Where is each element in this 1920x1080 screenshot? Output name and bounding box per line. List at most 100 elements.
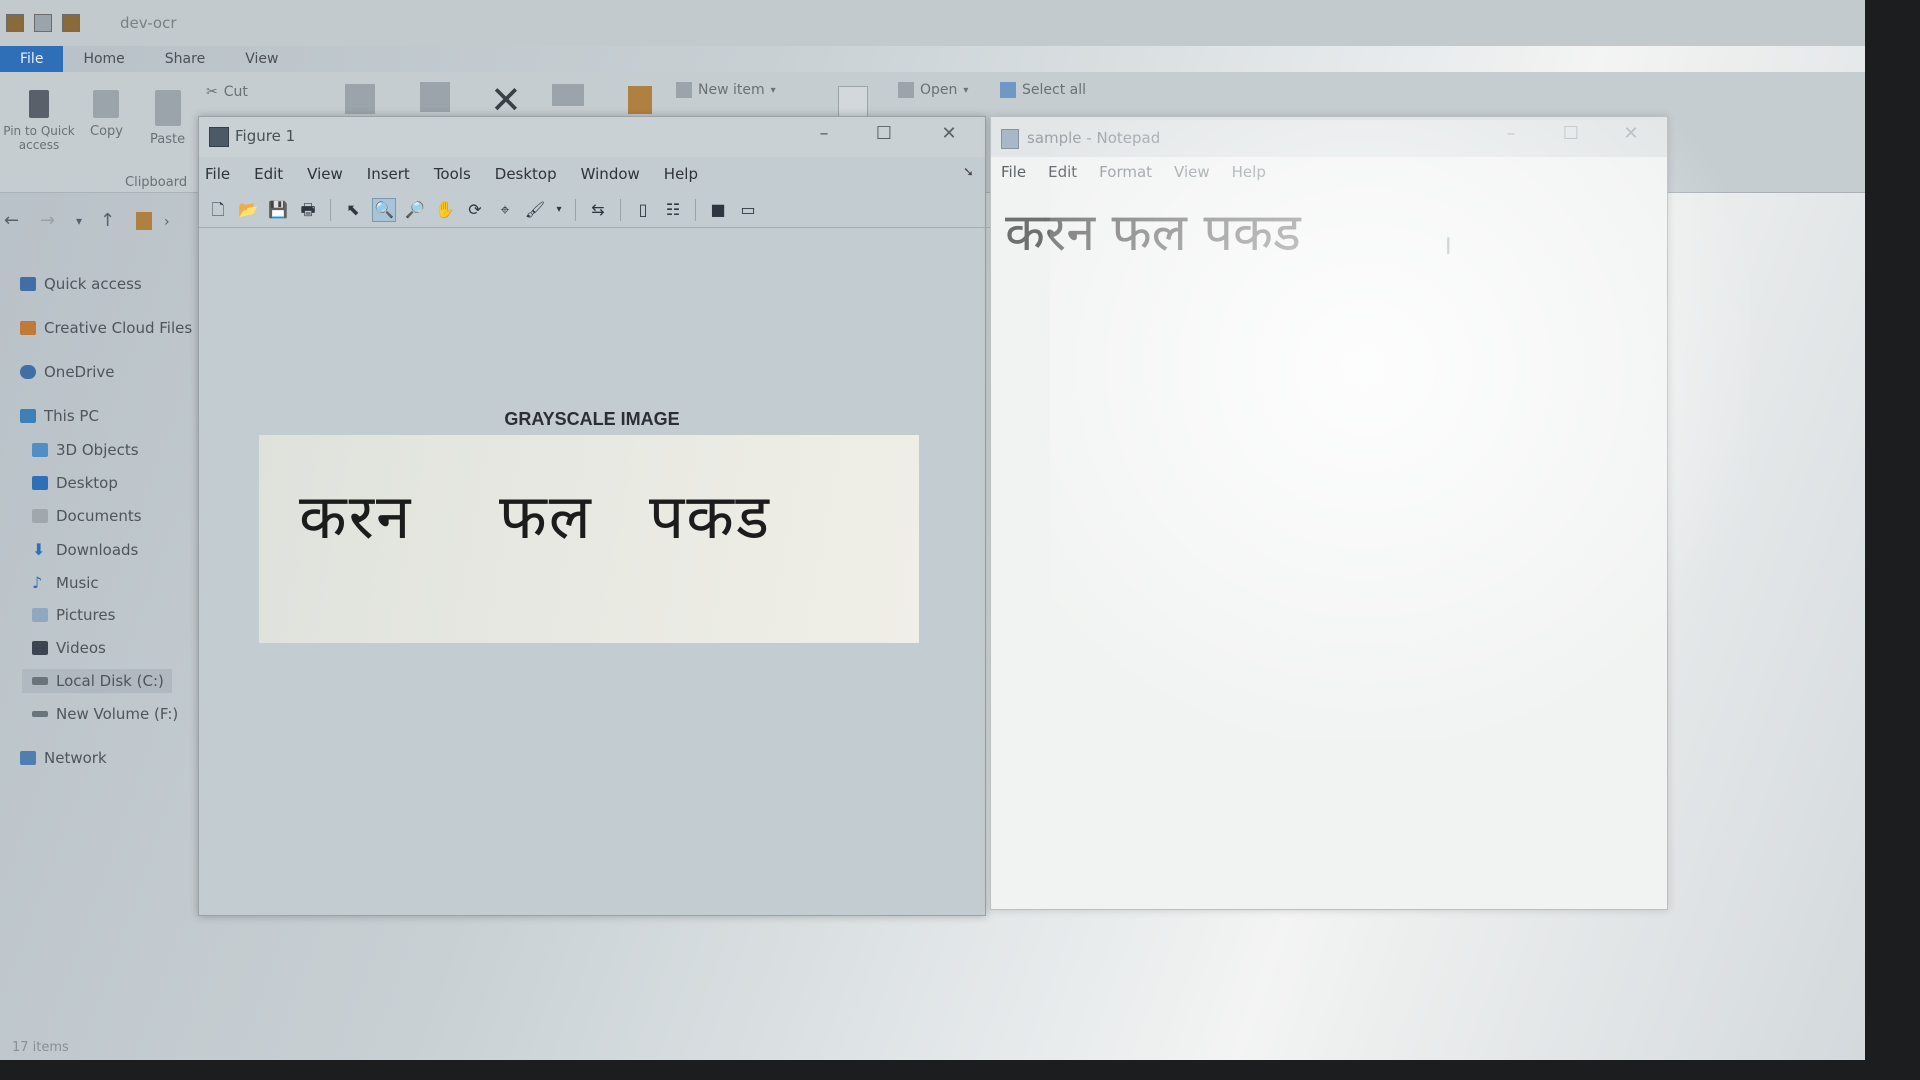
properties-button[interactable] <box>838 86 868 118</box>
minimize-button[interactable]: – <box>1496 123 1526 144</box>
nav-new-volume[interactable]: New Volume (F:) <box>32 705 178 723</box>
desktop-screen: dev-ocr File Home Share View Pin to Quic… <box>0 0 1865 1060</box>
data-cursor-icon[interactable]: ⌖ <box>494 199 516 221</box>
menu-insert[interactable]: Insert <box>367 165 410 183</box>
tab-home[interactable]: Home <box>63 46 144 72</box>
axes-title: GRAYSCALE IMAGE <box>504 409 680 429</box>
paste-button[interactable]: Paste <box>150 90 185 147</box>
recent-chevron-icon[interactable]: ▾ <box>76 214 82 228</box>
menu-overflow-arrow-icon[interactable]: ➘ <box>963 165 974 180</box>
rotate-3d-icon[interactable]: ⟳ <box>464 199 486 221</box>
save-icon[interactable] <box>34 14 52 32</box>
copy-to-button[interactable] <box>420 82 450 112</box>
zoom-out-icon[interactable]: 🔎 <box>404 199 426 221</box>
save-figure-icon[interactable]: 💾 <box>267 199 289 221</box>
copy-button[interactable]: Copy <box>90 90 123 139</box>
new-figure-icon[interactable]: 🗋 <box>207 199 229 221</box>
open-file-icon[interactable]: 📂 <box>237 199 259 221</box>
nav-onedrive[interactable]: OneDrive <box>20 363 115 381</box>
tab-view[interactable]: View <box>225 46 298 72</box>
nav-documents[interactable]: Documents <box>32 507 142 525</box>
open-button[interactable]: Open ▾ <box>898 82 968 98</box>
menu-window[interactable]: Window <box>581 165 640 183</box>
back-arrow-icon[interactable]: ← <box>4 210 19 231</box>
zoom-in-icon[interactable]: 🔍 <box>372 198 396 222</box>
menu-view[interactable]: View <box>1174 163 1210 181</box>
pin-quick-access-button[interactable]: Pin to Quick access <box>0 90 78 152</box>
picture-icon <box>32 608 48 622</box>
new-folder-ribbon-icon <box>628 86 652 114</box>
explorer-titlebar: dev-ocr <box>0 0 1865 46</box>
close-button[interactable]: ✕ <box>1616 123 1646 144</box>
cube-icon <box>32 443 48 457</box>
toolbar-divider <box>575 199 576 221</box>
move-to-icon <box>345 84 375 114</box>
new-folder-icon[interactable] <box>62 14 80 32</box>
folder-icon[interactable] <box>6 14 24 32</box>
show-plot-tools-icon[interactable]: ▭ <box>737 199 759 221</box>
menu-desktop[interactable]: Desktop <box>495 165 557 183</box>
maximize-button[interactable]: ☐ <box>1556 123 1586 144</box>
nav-music[interactable]: ♪ Music <box>32 573 99 592</box>
tab-share[interactable]: Share <box>145 46 225 72</box>
brush-chevron-icon[interactable]: ▾ <box>554 199 564 221</box>
new-folder-button[interactable] <box>628 86 652 114</box>
notepad-title: sample - Notepad <box>1027 129 1161 147</box>
menu-tools[interactable]: Tools <box>434 165 471 183</box>
menu-format[interactable]: Format <box>1099 163 1152 181</box>
nav-videos[interactable]: Videos <box>32 639 106 657</box>
cut-button[interactable]: ✂ Cut <box>206 84 248 100</box>
select-all-label: Select all <box>1022 82 1086 98</box>
nav-local-disk[interactable]: Local Disk (C:) <box>22 669 172 693</box>
pan-hand-icon[interactable]: ✋ <box>434 199 456 221</box>
copy-label: Copy <box>90 124 123 139</box>
notepad-text-area[interactable]: करन फल पकड <box>1005 195 1301 266</box>
forward-arrow-icon[interactable]: → <box>40 210 55 231</box>
move-to-button[interactable] <box>345 84 375 114</box>
nav-local-disk-label: Local Disk (C:) <box>56 672 164 690</box>
brush-icon[interactable]: 🖌 <box>524 199 546 221</box>
menu-edit[interactable]: Edit <box>1048 163 1077 181</box>
maximize-button[interactable]: ☐ <box>869 123 899 144</box>
nav-pictures[interactable]: Pictures <box>32 606 115 624</box>
edit-pointer-icon[interactable]: ⬉ <box>342 199 364 221</box>
quick-access-toolbar <box>6 14 80 32</box>
menu-file[interactable]: File <box>205 165 230 183</box>
nav-videos-label: Videos <box>56 639 106 657</box>
copy-to-icon <box>420 82 450 112</box>
explorer-title: dev-ocr <box>120 14 177 32</box>
nav-this-pc[interactable]: This PC <box>20 407 99 425</box>
hide-plot-tools-icon[interactable]: ■ <box>707 199 729 221</box>
print-icon[interactable]: 🖶 <box>297 199 319 221</box>
drive-icon <box>32 711 48 717</box>
nav-creative-cloud[interactable]: Creative Cloud Files <box>20 319 192 337</box>
notepad-app-icon <box>1001 129 1019 149</box>
menu-view[interactable]: View <box>307 165 343 183</box>
colorbar-icon[interactable]: ▯ <box>632 199 654 221</box>
menu-help[interactable]: Help <box>664 165 698 183</box>
menu-edit[interactable]: Edit <box>254 165 283 183</box>
chevron-down-icon: ▾ <box>963 84 969 96</box>
nav-downloads[interactable]: ⬇ Downloads <box>32 540 138 559</box>
rename-button[interactable] <box>552 84 584 106</box>
new-item-label: New item <box>698 82 765 98</box>
nav-network[interactable]: Network <box>20 749 107 767</box>
creative-cloud-folder-icon <box>20 321 36 335</box>
menu-file[interactable]: File <box>1001 163 1026 181</box>
nav-desktop[interactable]: Desktop <box>32 474 118 492</box>
select-all-button[interactable]: Select all <box>1000 82 1086 98</box>
nav-3d-objects[interactable]: 3D Objects <box>32 441 139 459</box>
explorer-status: 17 items <box>12 1040 69 1055</box>
link-plot-icon[interactable]: ⇆ <box>587 199 609 221</box>
new-item-button[interactable]: New item ▾ <box>676 82 776 98</box>
explorer-address-nav: ← → ▾ ↑ › <box>0 208 200 238</box>
menu-help[interactable]: Help <box>1232 163 1266 181</box>
image-word-1: करन <box>299 480 413 553</box>
close-button[interactable]: ✕ <box>934 123 964 144</box>
tab-file[interactable]: File <box>0 46 64 72</box>
up-arrow-icon[interactable]: ↑ <box>100 210 115 231</box>
legend-icon[interactable]: ☷ <box>662 199 684 221</box>
nav-quick-access[interactable]: Quick access <box>20 275 142 293</box>
breadcrumb-chevron-icon[interactable]: › <box>164 214 170 230</box>
minimize-button[interactable]: – <box>809 123 839 144</box>
